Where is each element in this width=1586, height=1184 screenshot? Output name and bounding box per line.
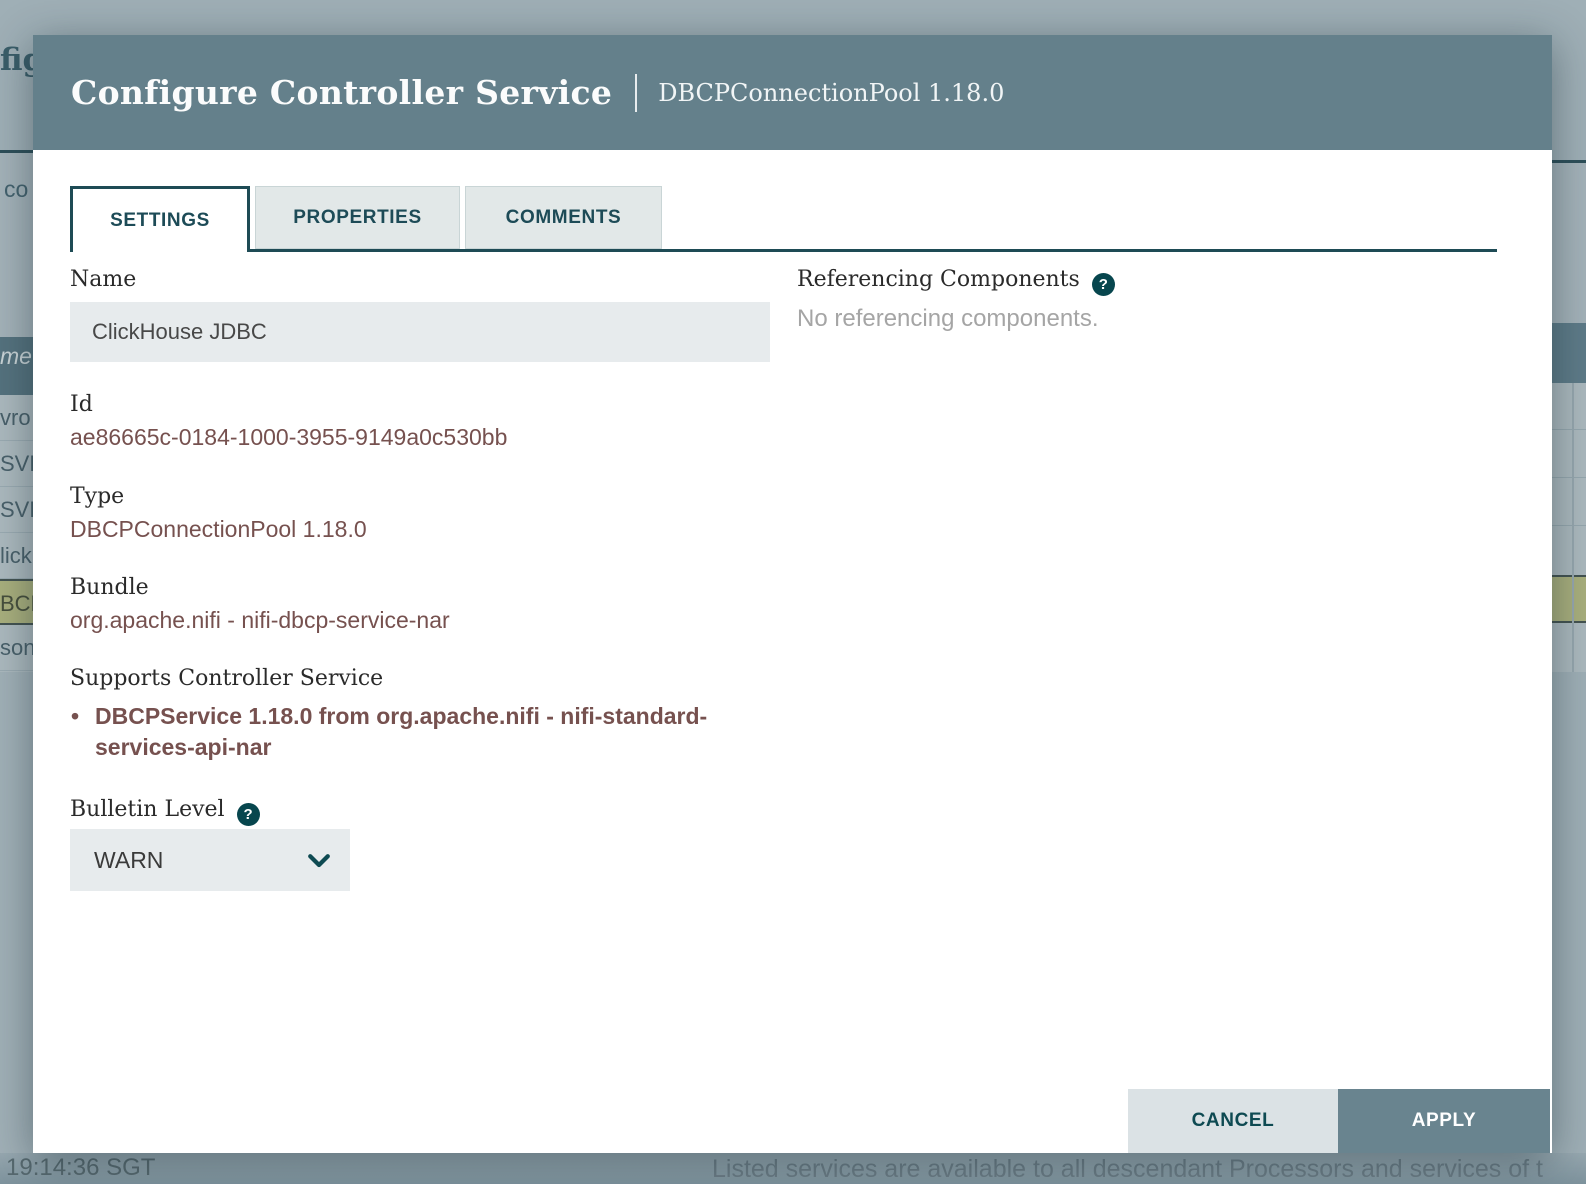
referencing-components-empty-text: No referencing components. — [797, 305, 1099, 333]
tab-properties[interactable]: PROPERTIES — [255, 186, 460, 249]
name-input[interactable] — [70, 302, 770, 362]
table-row-selected — [1552, 575, 1586, 623]
background-table-rows — [1552, 383, 1586, 672]
configure-controller-service-dialog: Configure Controller Service DBCPConnect… — [33, 35, 1552, 1153]
background-table-rows: vro SVR SVR lick BCP son — [0, 395, 33, 672]
background-table-header-fragment: me — [0, 343, 32, 370]
background-right-strip — [1552, 0, 1586, 1184]
status-timestamp: 19:14:36 SGT — [6, 1154, 155, 1182]
referencing-components-label-text: Referencing Components — [797, 267, 1080, 292]
type-label: Type — [70, 484, 124, 509]
table-row: son — [0, 625, 33, 671]
help-icon[interactable]: ? — [237, 803, 260, 826]
id-label: Id — [70, 392, 93, 417]
table-row: vro — [0, 395, 33, 441]
help-icon[interactable]: ? — [1092, 273, 1115, 296]
background-band — [1552, 163, 1586, 323]
bulletin-level-label-text: Bulletin Level — [70, 797, 225, 822]
chevron-down-icon — [304, 845, 334, 875]
cancel-button[interactable]: CANCEL — [1128, 1089, 1338, 1153]
row-separator — [1552, 525, 1586, 526]
status-bar: 19:14:36 SGT Listed services are availab… — [0, 1153, 1586, 1184]
background-heading-fragment: fig — [0, 42, 33, 78]
supported-service-item: DBCPService 1.18.0 from org.apache.nifi … — [95, 701, 755, 763]
tab-comments[interactable]: COMMENTS — [465, 186, 662, 249]
type-value: DBCPConnectionPool 1.18.0 — [70, 516, 367, 543]
tab-bar: SETTINGS PROPERTIES COMMENTS — [70, 186, 667, 249]
background-tab-fragment: co — [4, 176, 28, 203]
dialog-title: Configure Controller Service — [71, 73, 612, 112]
tabs-underline — [70, 249, 1497, 252]
bulletin-level-select[interactable]: WARN — [70, 829, 350, 891]
referencing-components-label: Referencing Components? — [797, 267, 1115, 296]
background-table-header — [1552, 323, 1586, 383]
column-separator — [1572, 383, 1574, 672]
bundle-value: org.apache.nifi - nifi-dbcp-service-nar — [70, 607, 450, 634]
table-row: SVR — [0, 487, 33, 533]
status-message: Listed services are available to all des… — [712, 1155, 1543, 1184]
name-label: Name — [70, 267, 136, 292]
row-separator — [1552, 429, 1586, 430]
background-left-strip: fig co me vro SVR SVR lick BCP son — [0, 0, 33, 1184]
apply-button[interactable]: APPLY — [1338, 1089, 1550, 1153]
tab-settings[interactable]: SETTINGS — [70, 186, 250, 252]
id-value: ae86665c-0184-1000-3955-9149a0c530bb — [70, 424, 507, 451]
bulletin-level-label: Bulletin Level? — [70, 797, 260, 826]
bundle-label: Bundle — [70, 575, 149, 600]
supports-controller-service-label: Supports Controller Service — [70, 666, 383, 691]
table-row-selected: BCP — [0, 579, 33, 625]
table-row: lick — [0, 533, 33, 579]
title-separator — [635, 74, 637, 112]
dialog-header: Configure Controller Service DBCPConnect… — [33, 35, 1552, 150]
table-row: SVR — [0, 441, 33, 487]
dialog-subtitle: DBCPConnectionPool 1.18.0 — [658, 79, 1004, 107]
background-fill — [0, 672, 33, 1153]
bulletin-level-value: WARN — [70, 847, 304, 874]
row-separator — [1552, 477, 1586, 478]
